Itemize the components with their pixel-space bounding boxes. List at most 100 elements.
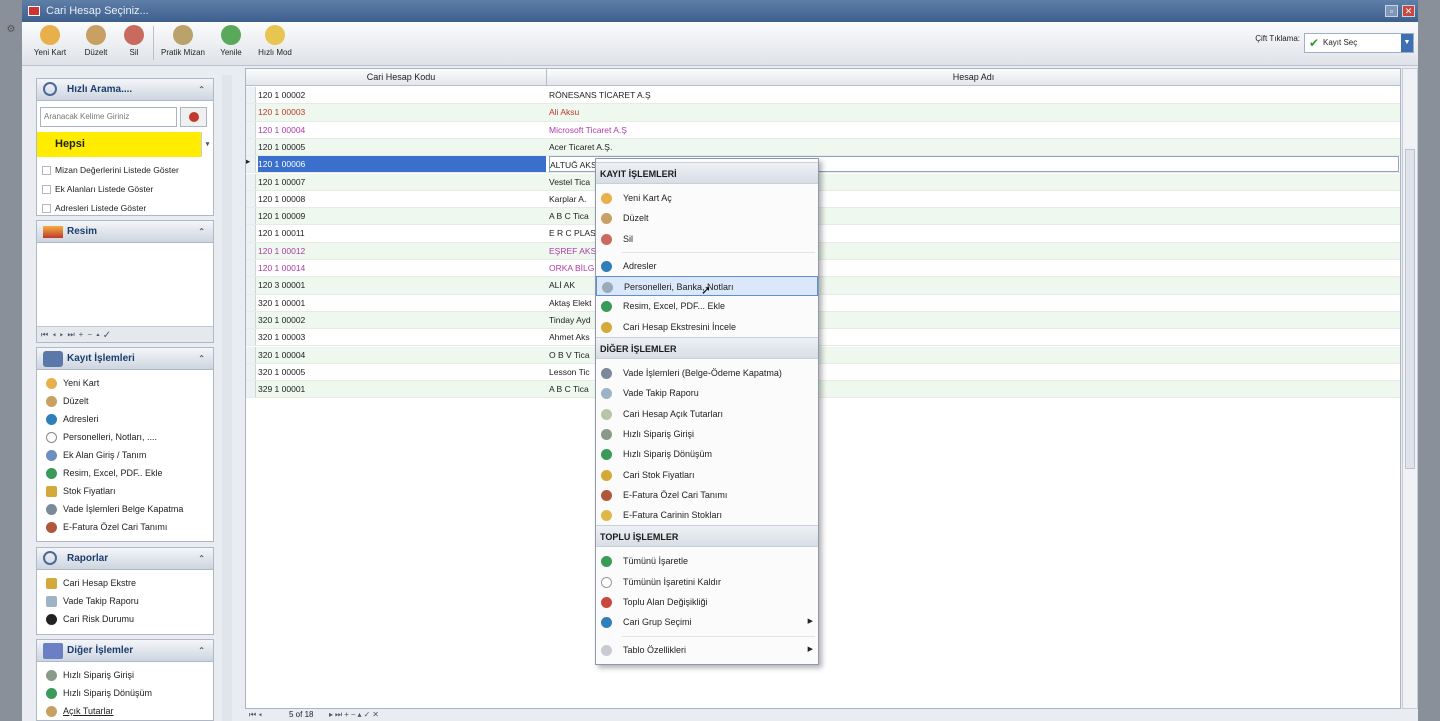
nav-efatura[interactable]: E-Fatura Özel Cari Tanımı xyxy=(37,518,213,536)
grid-scrollbar[interactable] xyxy=(1402,68,1418,709)
splitter[interactable] xyxy=(222,75,232,721)
row-indicator[interactable] xyxy=(246,225,256,242)
table-row[interactable]: 120 3 00001 ALİ AK xyxy=(246,277,1400,295)
row-indicator[interactable] xyxy=(246,173,256,190)
pager-first-prev[interactable]: ⏮◂ xyxy=(249,709,264,721)
search-input[interactable]: Aranacak Kelime Giriniz xyxy=(40,107,177,127)
table-row[interactable]: 120 1 00014 ORKA BİLG xyxy=(246,260,1400,278)
quick-mode-button[interactable]: Hızlı Mod xyxy=(254,25,296,63)
nav-addresses[interactable]: Adresleri xyxy=(37,410,213,428)
row-indicator[interactable] xyxy=(246,277,256,294)
menu-item[interactable]: E-Fatura Carinin Stokları xyxy=(596,505,818,525)
nav-quick-order-convert[interactable]: Hızlı Sipariş Dönüşüm xyxy=(37,684,213,702)
collapse-icon[interactable]: ⌃ xyxy=(198,548,205,570)
menu-item[interactable]: Cari Stok Fiyatları xyxy=(596,465,818,485)
pager-next-last[interactable]: ▸⏭+−▴✓✕ xyxy=(329,709,381,721)
reports-header[interactable]: Raporlar ⌃ xyxy=(37,548,213,570)
col-account-name[interactable]: Hesap Adı xyxy=(547,69,1400,86)
chevron-down-icon[interactable]: ▼ xyxy=(1401,34,1413,52)
nav-risk-status[interactable]: Cari Risk Durumu xyxy=(37,610,213,628)
nav-account-statement[interactable]: Cari Hesap Ekstre xyxy=(37,574,213,592)
double-click-select[interactable]: ✔ Kayıt Seç ▼ xyxy=(1304,33,1414,53)
menu-item[interactable]: E-Fatura Özel Cari Tanımı xyxy=(596,485,818,505)
check-show-addresses[interactable]: Adresleri Listede Göster xyxy=(37,199,213,218)
row-indicator[interactable] xyxy=(246,381,256,398)
row-indicator[interactable] xyxy=(246,329,256,346)
menu-item[interactable]: Hızlı Sipariş Dönüşüm xyxy=(596,444,818,464)
table-row[interactable]: 120 1 00008 Karplar A. xyxy=(246,190,1400,209)
menu-item[interactable]: Adresler xyxy=(596,256,818,276)
row-indicator[interactable] xyxy=(246,87,256,104)
search-button[interactable] xyxy=(180,107,207,127)
row-indicator[interactable]: ▸ xyxy=(246,156,256,173)
menu-item[interactable]: Vade Takip Raporu xyxy=(596,383,818,403)
row-indicator[interactable] xyxy=(246,208,256,225)
close-icon[interactable]: ✕ xyxy=(1402,5,1415,17)
table-row[interactable]: 320 1 00002 Tinday Ayd xyxy=(246,311,1400,330)
collapse-icon[interactable]: ⌃ xyxy=(198,348,205,370)
pratik-mizan-button[interactable]: Pratik Mizan xyxy=(158,25,208,63)
table-row[interactable]: 329 1 00001 A B C Tica xyxy=(246,381,1400,399)
menu-item[interactable]: Tümünü İşaretle xyxy=(596,551,818,571)
nav-stock-prices[interactable]: Stok Fiyatları xyxy=(37,482,213,500)
record-ops-header[interactable]: Kayıt İşlemleri ⌃ xyxy=(37,348,213,370)
nav-personnel[interactable]: Personelleri, Notları, .... xyxy=(37,428,213,446)
quick-search-header[interactable]: Hızlı Arama.... ⌃ xyxy=(37,79,213,101)
checkbox[interactable] xyxy=(42,185,51,194)
row-indicator[interactable] xyxy=(246,138,256,156)
chevron-down-icon[interactable]: ▾ xyxy=(201,132,213,157)
menu-item[interactable]: Düzelt xyxy=(596,208,818,228)
table-row[interactable]: 320 1 00003 Ahmet Aks xyxy=(246,329,1400,347)
restore-icon[interactable]: ▫ xyxy=(1385,5,1398,17)
nav-due-ops[interactable]: Vade İşlemleri Belge Kapatma xyxy=(37,500,213,518)
check-show-extra-fields[interactable]: Ek Alanları Listede Göster xyxy=(37,180,213,199)
scroll-thumb[interactable] xyxy=(1405,149,1415,469)
menu-item[interactable]: Tümünün İşaretini Kaldır xyxy=(596,572,818,592)
menu-item[interactable]: Cari Grup Seçimi ▶ xyxy=(596,612,818,632)
image-header[interactable]: Resim ⌃ xyxy=(37,221,213,243)
table-row[interactable]: 320 1 00001 Aktaş Elekt xyxy=(246,294,1400,312)
table-row[interactable]: 120 1 00003 Ali Aksu xyxy=(246,104,1400,122)
table-row[interactable]: 120 1 00002 RÖNESANS TİCARET A.Ş xyxy=(246,87,1400,105)
table-row[interactable]: 120 1 00007 Vestel Tica xyxy=(246,173,1400,191)
nav-attachments[interactable]: Resim, Excel, PDF.. Ekle xyxy=(37,464,213,482)
menu-item[interactable]: Resim, Excel, PDF... Ekle xyxy=(596,296,818,316)
menu-item[interactable]: Sil xyxy=(596,229,818,249)
nav-new-card[interactable]: Yeni Kart xyxy=(37,374,213,392)
menu-item[interactable]: Tablo Özellikleri ▶ xyxy=(596,640,818,660)
nav-edit[interactable]: Düzelt xyxy=(37,392,213,410)
image-navigator[interactable]: ⏮◂▸⏭+−▴✓ xyxy=(37,326,213,342)
row-indicator[interactable] xyxy=(246,121,256,138)
menu-item[interactable]: Yeni Kart Aç xyxy=(596,188,818,208)
nav-quick-order[interactable]: Hızlı Sipariş Girişi xyxy=(37,666,213,684)
table-row[interactable]: 120 1 00005 Acer Ticaret A.Ş. xyxy=(246,138,1400,157)
col-account-code[interactable]: Cari Hesap Kodu xyxy=(256,69,547,86)
row-indicator[interactable] xyxy=(246,311,256,329)
row-indicator[interactable] xyxy=(246,260,256,277)
menu-item[interactable]: Cari Hesap Ekstresini İncele xyxy=(596,317,818,337)
table-row[interactable]: 120 1 00011 E R C PLAS xyxy=(246,225,1400,243)
table-row[interactable]: 320 1 00004 O B V Tica xyxy=(246,346,1400,364)
menu-item[interactable]: Toplu Alan Değişikliği xyxy=(596,592,818,612)
row-indicator[interactable] xyxy=(246,294,256,311)
table-row[interactable]: 320 1 00005 Lesson Tic xyxy=(246,363,1400,382)
table-row[interactable]: 120 1 00004 Microsoft Ticaret A.Ş xyxy=(246,121,1400,139)
nav-extra-fields[interactable]: Ek Alan Giriş / Tanım xyxy=(37,446,213,464)
collapse-icon[interactable]: ⌃ xyxy=(198,640,205,662)
nav-open-amounts[interactable]: Açık Tutarlar xyxy=(37,702,213,720)
checkbox[interactable] xyxy=(42,204,51,213)
row-indicator[interactable] xyxy=(246,363,256,381)
row-indicator[interactable] xyxy=(246,190,256,208)
nav-due-report[interactable]: Vade Takip Raporu xyxy=(37,592,213,610)
new-card-button[interactable]: Yeni Kart xyxy=(30,25,70,63)
refresh-button[interactable]: Yenile xyxy=(216,25,246,63)
edit-button[interactable]: Düzelt xyxy=(78,25,114,63)
table-row[interactable]: 120 1 00012 EŞREF AKS xyxy=(246,242,1400,260)
checkbox[interactable] xyxy=(42,166,51,175)
menu-item[interactable]: Hızlı Sipariş Girişi xyxy=(596,424,818,444)
collapse-icon[interactable]: ⌃ xyxy=(198,79,205,101)
collapse-icon[interactable]: ⌃ xyxy=(198,221,205,243)
other-ops-header[interactable]: Diğer İşlemler ⌃ xyxy=(37,640,213,662)
table-row[interactable]: 120 1 00009 A B C Tica xyxy=(246,208,1400,226)
menu-item[interactable]: Cari Hesap Açık Tutarları xyxy=(596,404,818,424)
